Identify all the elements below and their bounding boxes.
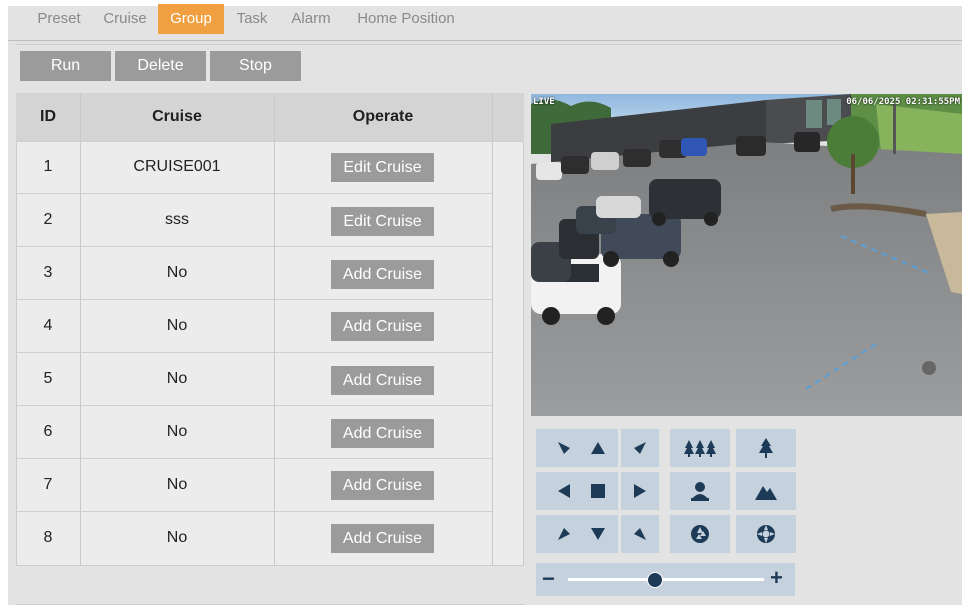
table-cell-cruise: sss [165, 211, 189, 228]
stop-button[interactable]: Stop [210, 51, 301, 81]
table-cell-id: 2 [43, 211, 53, 228]
iris-close-button[interactable] [736, 515, 796, 553]
tab-home-position[interactable]: Home Position [346, 4, 466, 34]
column-header-operate: Operate [352, 108, 414, 125]
slider-track[interactable] [568, 578, 764, 581]
table-cell-cruise: No [166, 423, 188, 440]
add-cruise-button[interactable]: Add Cruise [331, 524, 434, 553]
ptz-stop-button[interactable] [578, 472, 618, 510]
add-cruise-button[interactable]: Add Cruise [331, 471, 434, 500]
table-cell-id: 5 [43, 370, 53, 387]
tab-task[interactable]: Task [230, 4, 274, 34]
osd-label: LIVE [533, 97, 555, 107]
run-button[interactable]: Run [20, 51, 111, 81]
zoom-plus-icon[interactable]: + [770, 565, 783, 591]
arrow-up-right-icon [634, 442, 646, 454]
arrow-down-icon [591, 528, 605, 540]
column-header-id: ID [40, 108, 56, 125]
table-cell-cruise: No [166, 264, 188, 281]
column-divider [274, 93, 275, 566]
osd-timestamp: 06/06/2025 02:31:55PM [846, 97, 960, 107]
table-cell-cruise: CRUISE001 [133, 158, 221, 175]
zoom-out-button[interactable] [736, 472, 796, 510]
add-cruise-button[interactable]: Add Cruise [331, 366, 434, 395]
live-video-preview[interactable]: LIVE 06/06/2025 02:31:55PM [531, 94, 962, 416]
tab-alarm[interactable]: Alarm [282, 4, 340, 34]
pan-right-button[interactable] [621, 472, 659, 510]
zoom-in-button[interactable] [670, 472, 730, 510]
person-icon [691, 482, 709, 501]
tab-preset[interactable]: Preset [30, 4, 88, 34]
table-cell-cruise: No [166, 529, 188, 546]
table-cell-id: 4 [43, 317, 53, 334]
arrow-up-icon [591, 442, 605, 454]
focus-near-button[interactable] [736, 429, 796, 467]
tab-cruise[interactable]: Cruise [96, 4, 154, 34]
delete-button[interactable]: Delete [115, 51, 206, 81]
tree-near-icon [759, 438, 773, 458]
tab-group[interactable]: Group [158, 4, 224, 34]
trees-far-icon [684, 440, 716, 457]
arrow-up-left-icon [558, 442, 570, 454]
table-cell-id: 7 [43, 476, 53, 493]
arrow-left-icon [558, 484, 570, 498]
add-cruise-button[interactable]: Add Cruise [331, 312, 434, 341]
arrow-down-left-icon [558, 528, 570, 540]
table-cell-id: 6 [43, 423, 53, 440]
iris-open-button[interactable] [670, 515, 730, 553]
table-cell-id: 3 [43, 264, 53, 281]
arrow-right-icon [634, 484, 646, 498]
focus-far-button[interactable] [670, 429, 730, 467]
pan-down-button[interactable] [578, 515, 618, 553]
camera-scene-image [531, 94, 962, 416]
pan-up-button[interactable] [578, 429, 618, 467]
pan-up-right-button[interactable] [621, 429, 659, 467]
pan-down-right-button[interactable] [621, 515, 659, 553]
table-cell-id: 8 [43, 529, 53, 546]
arrow-down-right-icon [634, 528, 646, 540]
edit-cruise-button[interactable]: Edit Cruise [331, 207, 434, 236]
column-divider [492, 93, 493, 566]
speed-slider[interactable]: − + [536, 563, 795, 596]
table-cell-id: 1 [43, 158, 53, 175]
table-cell-cruise: No [166, 476, 188, 493]
stop-square-icon [591, 484, 605, 498]
slider-thumb[interactable] [647, 572, 664, 588]
edit-cruise-button[interactable]: Edit Cruise [331, 153, 434, 182]
mountain-icon [755, 486, 777, 500]
table-cell-cruise: No [166, 317, 188, 334]
add-cruise-button[interactable]: Add Cruise [331, 419, 434, 448]
aperture-close-icon [757, 525, 775, 543]
table-cell-cruise: No [166, 370, 188, 387]
column-header-cruise: Cruise [152, 108, 202, 125]
aperture-open-icon [691, 525, 709, 543]
add-cruise-button[interactable]: Add Cruise [331, 260, 434, 289]
zoom-minus-icon[interactable]: − [542, 566, 555, 592]
